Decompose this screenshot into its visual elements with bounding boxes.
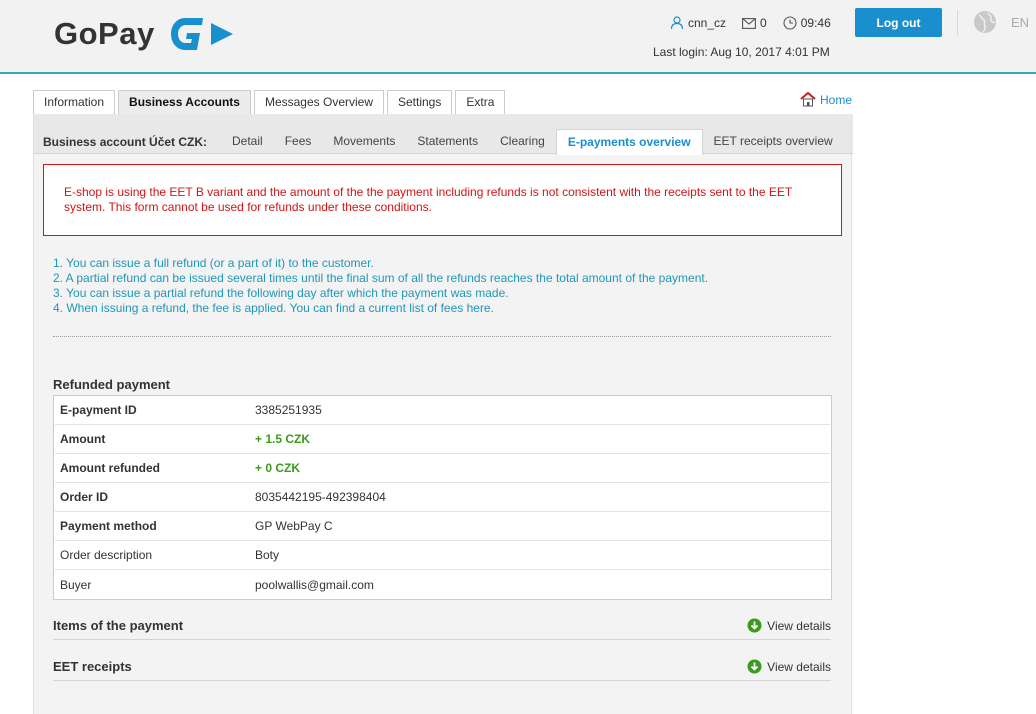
subtab-eet-receipts-overview[interactable]: EET receipts overview (703, 129, 844, 154)
session-time: 09:46 (783, 16, 831, 30)
subtab-statements[interactable]: Statements (406, 129, 489, 154)
row-value: 8035442195-492398404 (255, 490, 386, 504)
table-row: Order ID 8035442195-492398404 (55, 483, 830, 512)
messages-count: 0 (760, 16, 767, 30)
clock-icon (783, 16, 797, 30)
row-value: Boty (255, 548, 280, 562)
subtab-detail[interactable]: Detail (221, 129, 274, 154)
eet-view-details-link[interactable]: View details (747, 659, 831, 674)
content-panel: Business account Účet CZK: Detail Fees M… (33, 114, 853, 714)
row-value: + 0 CZK (255, 461, 301, 475)
tab-information[interactable]: Information (33, 90, 116, 114)
main-tabs: Information Business Accounts Messages O… (33, 90, 508, 115)
info-item-fees-link[interactable]: 4. When issuing a refund, the fee is app… (53, 301, 708, 316)
user-icon (670, 16, 684, 30)
eet-receipts-section: EET receipts View details (53, 655, 831, 681)
info-item: 3. You can issue a partial refund the fo… (53, 286, 509, 300)
logo-text: GoPay (54, 16, 155, 51)
row-value: poolwallis@gmail.com (255, 577, 374, 592)
language-selector[interactable]: EN (1011, 15, 1029, 30)
refunded-payment-title: Refunded payment (53, 377, 171, 392)
view-details-label: View details (767, 659, 831, 674)
last-login: Last login: Aug 10, 2017 4:01 PM (653, 45, 830, 59)
subtab-e-payments-overview[interactable]: E-payments overview (555, 129, 703, 155)
username: cnn_cz (688, 16, 727, 30)
header-divider (957, 10, 958, 36)
table-row: Payment method GP WebPay C (55, 512, 830, 541)
items-of-payment-title: Items of the payment (53, 618, 184, 633)
row-label: Amount refunded (60, 461, 160, 475)
user-account[interactable]: cnn_cz (670, 16, 726, 30)
table-row: Buyer poolwallis@gmail.com (55, 570, 830, 599)
row-value: GP WebPay C (255, 519, 333, 533)
refunded-payment-table: E-payment ID 3385251935 Amount + 1.5 CZK… (53, 395, 832, 600)
error-message: E-shop is using the EET B variant and th… (43, 164, 842, 236)
row-value: + 1.5 CZK (255, 432, 311, 446)
table-row: E-payment ID 3385251935 (55, 396, 830, 425)
user-info-bar: cnn_cz 0 09:46 (670, 14, 847, 32)
row-value: 3385251935 (255, 403, 322, 417)
subtab-movements[interactable]: Movements (322, 129, 406, 154)
row-label: Order ID (60, 490, 109, 504)
tab-settings[interactable]: Settings (387, 90, 453, 114)
dotted-divider (53, 336, 831, 337)
info-item: 2. A partial refund can be issued severa… (53, 271, 709, 285)
expand-down-icon (747, 659, 762, 674)
table-row: Order description Boty (55, 541, 830, 570)
eet-receipts-title: EET receipts (53, 659, 132, 674)
gopay-logo[interactable]: GoPay (54, 14, 235, 54)
expand-down-icon (747, 618, 762, 633)
subtab-fees[interactable]: Fees (274, 129, 323, 154)
view-details-label: View details (767, 618, 831, 633)
home-icon (800, 92, 816, 107)
home-label: Home (820, 93, 853, 107)
tab-business-accounts[interactable]: Business Accounts (118, 90, 251, 115)
row-label: Payment method (60, 519, 157, 533)
table-row: Amount refunded + 0 CZK (55, 454, 830, 483)
envelope-icon (742, 17, 756, 29)
info-item: 1. You can issue a full refund (or a par… (53, 256, 374, 270)
row-label: Buyer (60, 577, 92, 592)
page-header: GoPay cnn_cz 0 09:46 Last login: Aug 10,… (0, 0, 1036, 74)
account-subnav: Business account Účet CZK: Detail Fees M… (34, 114, 853, 155)
tab-extra[interactable]: Extra (455, 90, 506, 114)
globe-icon[interactable] (973, 10, 997, 34)
messages[interactable]: 0 (742, 16, 767, 30)
table-row: Amount + 1.5 CZK (55, 425, 830, 454)
account-subtabs: Detail Fees Movements Statements Clearin… (221, 129, 844, 155)
row-label: E-payment ID (60, 403, 137, 417)
home-link[interactable]: Home (800, 92, 852, 107)
refund-info-list: 1. You can issue a full refund (or a par… (53, 256, 708, 316)
gopay-logo-icon (170, 18, 233, 50)
items-view-details-link[interactable]: View details (747, 618, 831, 633)
logout-button[interactable]: Log out (855, 8, 942, 37)
row-label: Order description (60, 548, 153, 562)
account-title: Business account Účet CZK: (43, 135, 208, 149)
row-label: Amount (60, 432, 106, 446)
tab-messages-overview[interactable]: Messages Overview (253, 90, 384, 114)
subtab-clearing[interactable]: Clearing (489, 129, 556, 154)
time-value: 09:46 (800, 16, 831, 30)
items-of-payment-section: Items of the payment View details (53, 614, 831, 640)
